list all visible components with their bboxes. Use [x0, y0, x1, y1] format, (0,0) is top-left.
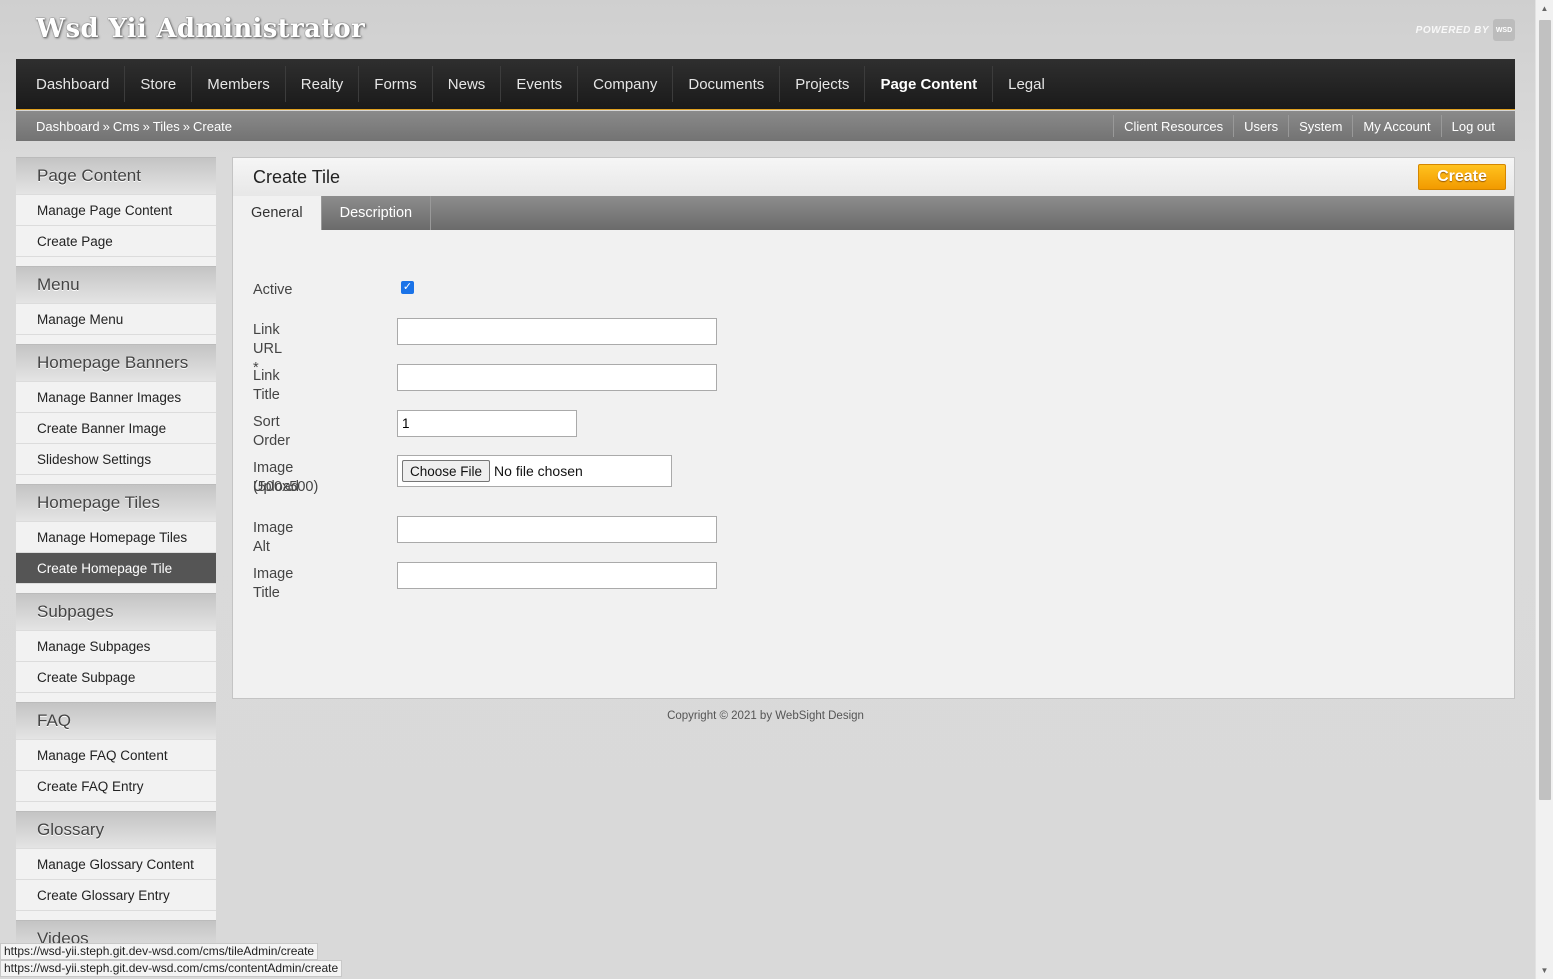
scroll-up-arrow-icon[interactable]: ▲	[1536, 0, 1553, 17]
image-alt-input[interactable]	[397, 516, 717, 543]
page-title: Create Tile	[253, 167, 341, 187]
nav-realty[interactable]: Realty	[286, 66, 360, 102]
sidebar-item-manage-banner-images[interactable]: Manage Banner Images	[16, 381, 216, 412]
main-nav: Dashboard Store Members Realty Forms New…	[16, 59, 1515, 110]
sidebar-heading: Menu	[16, 266, 216, 303]
create-tile-panel: Create Tile Create General Description A…	[232, 157, 1515, 699]
link-url-input[interactable]	[397, 318, 717, 345]
sidebar-heading: Homepage Tiles	[16, 484, 216, 521]
footer-copyright: Copyright © 2021 by WebSight Design	[667, 710, 864, 722]
sidebar-gap	[16, 801, 216, 811]
link-log-out[interactable]: Log out	[1440, 115, 1505, 137]
sidebar-item-create-faq-entry[interactable]: Create FAQ Entry	[16, 770, 216, 801]
image-upload-field[interactable]: Choose File No file chosen	[397, 455, 672, 487]
create-button[interactable]: Create	[1418, 164, 1506, 190]
sidebar-item-manage-homepage-tiles[interactable]: Manage Homepage Tiles	[16, 521, 216, 552]
file-status-text: No file chosen	[494, 463, 583, 479]
powered-by: POWERED BY WSD	[1416, 19, 1515, 41]
breadcrumb-separator: »	[142, 118, 150, 134]
sidebar-item-create-homepage-tile[interactable]: Create Homepage Tile	[16, 552, 216, 583]
sidebar-gap	[16, 256, 216, 266]
image-upload-size-label: (500x500)	[253, 479, 319, 495]
sidebar-heading: Page Content	[16, 157, 216, 194]
sidebar-item-slideshow-settings[interactable]: Slideshow Settings	[16, 443, 216, 474]
panel-header: Create Tile Create	[233, 158, 1514, 196]
link-my-account[interactable]: My Account	[1352, 115, 1440, 137]
image-alt-label: Image Alt	[253, 520, 294, 555]
wsd-logo-icon[interactable]: WSD	[1493, 19, 1515, 41]
scroll-thumb[interactable]	[1539, 20, 1551, 800]
breadcrumb-dashboard[interactable]: Dashboard	[36, 119, 100, 134]
nav-projects[interactable]: Projects	[780, 66, 866, 102]
nav-documents[interactable]: Documents	[673, 66, 781, 102]
nav-page-content[interactable]: Page Content	[865, 66, 994, 102]
app-title: Wsd Yii Administrator	[36, 14, 366, 44]
link-client-resources[interactable]: Client Resources	[1113, 115, 1233, 137]
link-system[interactable]: System	[1288, 115, 1352, 137]
nav-members[interactable]: Members	[192, 66, 286, 102]
vertical-scrollbar[interactable]: ▲ ▼	[1535, 0, 1553, 979]
link-title-input[interactable]	[397, 364, 717, 391]
sidebar-item-create-glossary-entry[interactable]: Create Glossary Entry	[16, 879, 216, 910]
sidebar-item-manage-menu[interactable]: Manage Menu	[16, 303, 216, 334]
sidebar-heading: Glossary	[16, 811, 216, 848]
nav-news[interactable]: News	[433, 66, 502, 102]
tab-description[interactable]: Description	[322, 196, 432, 230]
sidebar-item-manage-glossary-content[interactable]: Manage Glossary Content	[16, 848, 216, 879]
page: Wsd Yii Administrator POWERED BY WSD Das…	[0, 0, 1535, 979]
sidebar-heading: Subpages	[16, 593, 216, 630]
status-bar-url: https://wsd-yii.steph.git.dev-wsd.com/cm…	[0, 943, 319, 960]
sidebar-gap	[16, 910, 216, 920]
sidebar-gap	[16, 334, 216, 344]
tab-general[interactable]: General	[233, 196, 322, 230]
nav-dashboard[interactable]: Dashboard	[21, 66, 126, 102]
nav-store[interactable]: Store	[125, 66, 193, 102]
sidebar-item-manage-faq-content[interactable]: Manage FAQ Content	[16, 739, 216, 770]
sort-order-input[interactable]	[397, 410, 577, 437]
link-users[interactable]: Users	[1233, 115, 1288, 137]
image-title-input[interactable]	[397, 562, 717, 589]
status-bar-url: https://wsd-yii.steph.git.dev-wsd.com/cm…	[0, 960, 343, 977]
sidebar-gap	[16, 692, 216, 702]
sidebar-item-create-banner-image[interactable]: Create Banner Image	[16, 412, 216, 443]
sidebar-gap	[16, 474, 216, 484]
sidebar-heading: FAQ	[16, 702, 216, 739]
active-label: Active	[253, 282, 293, 298]
utility-links: Client Resources Users System My Account…	[1113, 111, 1515, 141]
sidebar-heading: Homepage Banners	[16, 344, 216, 381]
nav-company[interactable]: Company	[578, 66, 674, 102]
breadcrumb-create: Create	[193, 118, 233, 134]
choose-file-button[interactable]: Choose File	[402, 460, 491, 482]
breadcrumb-cms[interactable]: Cms	[113, 119, 140, 134]
nav-legal[interactable]: Legal	[993, 66, 1060, 102]
breadcrumb-tiles[interactable]: Tiles	[153, 119, 180, 134]
active-checkbox[interactable]: ✓	[401, 281, 414, 294]
breadcrumb-separator: »	[102, 118, 110, 134]
sidebar-item-create-page[interactable]: Create Page	[16, 225, 216, 256]
sidebar: Page Content Manage Page Content Create …	[16, 157, 216, 979]
breadcrumb-separator: »	[182, 118, 190, 134]
scroll-down-arrow-icon[interactable]: ▼	[1536, 962, 1553, 979]
link-title-label: Link Title	[253, 368, 280, 403]
sidebar-gap	[16, 583, 216, 593]
header: Wsd Yii Administrator POWERED BY WSD	[16, 0, 1515, 59]
sub-bar: Dashboard » Cms » Tiles » Create Client …	[16, 111, 1515, 141]
sort-order-label: Sort Order	[253, 414, 291, 449]
image-title-label: Image Title	[253, 566, 294, 601]
breadcrumb: Dashboard » Cms » Tiles » Create	[16, 119, 232, 134]
nav-events[interactable]: Events	[501, 66, 579, 102]
tab-bar: General Description	[233, 196, 1514, 230]
powered-by-text: POWERED BY	[1415, 24, 1489, 36]
sidebar-item-create-subpage[interactable]: Create Subpage	[16, 661, 216, 692]
sidebar-item-manage-page-content[interactable]: Manage Page Content	[16, 194, 216, 225]
nav-forms[interactable]: Forms	[359, 66, 433, 102]
sidebar-item-manage-subpages[interactable]: Manage Subpages	[16, 630, 216, 661]
